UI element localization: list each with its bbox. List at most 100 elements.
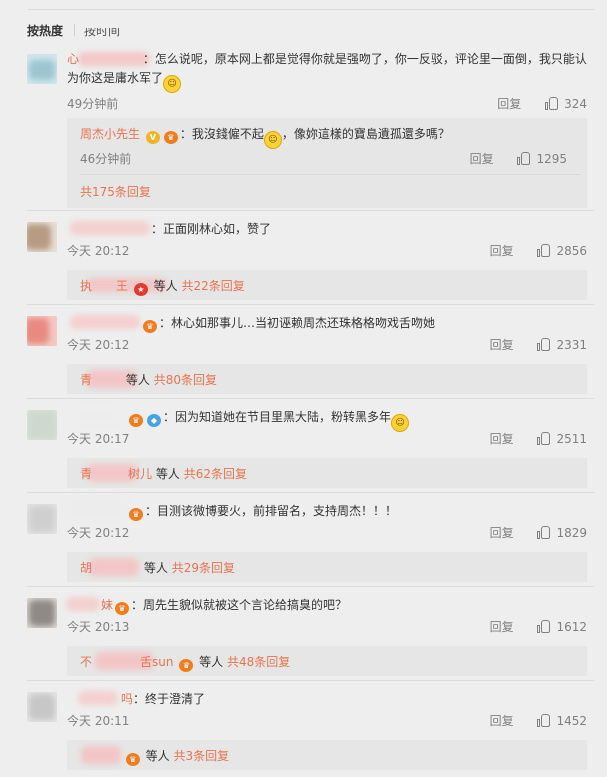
- more-replies-others: 等人: [199, 655, 224, 669]
- comment-text: 妹 ♛ ：周先生貌似就被这个言论给搞臭的吧？: [67, 596, 593, 615]
- more-replies-count[interactable]: 共80条回复: [154, 373, 217, 387]
- more-replies-box: ♛ 等人 共3条回复: [67, 740, 587, 770]
- avatar[interactable]: [27, 222, 57, 252]
- reply-button[interactable]: 回复: [490, 244, 514, 258]
- reply-button[interactable]: 回复: [490, 338, 514, 352]
- more-replies-count[interactable]: 共62条回复: [184, 467, 247, 481]
- more-replies-others: 等人: [153, 279, 178, 293]
- comment-username[interactable]: 妹: [101, 598, 113, 612]
- more-replies-link[interactable]: 不 舌sun ♛ 等人 共48条回复: [80, 653, 290, 672]
- top-divider: [28, 9, 594, 10]
- comment-divider: [27, 304, 594, 305]
- like-count: 1452: [556, 714, 587, 728]
- more-replies-link[interactable]: 青 树儿 等人 共62条回复: [80, 465, 247, 482]
- like-icon[interactable]: [537, 244, 551, 257]
- reply-button[interactable]: 回复: [490, 620, 514, 634]
- like-count: 2511: [556, 432, 587, 446]
- more-replies-count[interactable]: 共3条回复: [174, 749, 230, 763]
- comment-body: ：终于澄清了: [133, 692, 206, 706]
- more-replies-names[interactable]: 胡: [80, 561, 92, 575]
- comment-text: ：正面刚林心如，赞了: [67, 220, 593, 239]
- like-icon[interactable]: [537, 432, 551, 445]
- subreply-time: 46分钟前: [80, 152, 132, 166]
- comment-body: ：林心如那事儿…当初诬赖周杰还珠格格吻戏舌吻她: [159, 316, 436, 330]
- more-replies-others: 等人: [125, 373, 150, 387]
- comment-time: 今天 20:17: [67, 432, 130, 446]
- comment-actions: 回复 2331: [490, 336, 587, 353]
- comment-username[interactable]: 吗: [121, 692, 133, 706]
- vip-crown-icon: ♛: [125, 753, 140, 766]
- more-replies-count[interactable]: 共22条回复: [182, 279, 245, 293]
- vip-crown-icon: ♛: [129, 414, 143, 427]
- comment-text: 吗：终于澄清了: [67, 690, 593, 709]
- comment-divider: [27, 492, 594, 493]
- comment-time: 49分钟前: [67, 97, 119, 111]
- more-replies-link[interactable]: 执 王 ★ 等人 共22条回复: [80, 277, 245, 296]
- more-replies-others: 等人: [145, 749, 170, 763]
- reply-button[interactable]: 回复: [490, 526, 514, 540]
- emoji-icon: ☺: [263, 131, 282, 149]
- avatar[interactable]: [27, 692, 57, 722]
- more-replies-link[interactable]: 胡 等人 共29条回复: [80, 559, 235, 576]
- emoji-icon: ☺: [391, 414, 410, 432]
- reply-button[interactable]: 回复: [490, 432, 514, 446]
- comment-divider: [27, 398, 594, 399]
- more-replies-count[interactable]: 共29条回复: [172, 561, 235, 575]
- more-replies-box: 青 等人 共80条回复: [67, 364, 587, 394]
- like-icon[interactable]: [537, 620, 551, 633]
- comment-actions: 回复 2511: [490, 430, 587, 447]
- comment-body: ：周先生貌似就被这个言论给搞臭的吧？: [131, 598, 348, 612]
- more-replies-count[interactable]: 共48条回复: [227, 655, 290, 669]
- comment-text: ♛ ◆ ：因为知道她在节目里黑大陆，粉转黑多年 ☺: [67, 408, 593, 432]
- more-replies-count[interactable]: 共175条回复: [80, 185, 151, 199]
- reply-button[interactable]: 回复: [497, 97, 521, 111]
- like-count: 1829: [556, 526, 587, 540]
- avatar[interactable]: [27, 54, 57, 84]
- vip-crown-icon: ♛: [115, 602, 130, 615]
- comment-actions: 回复 324: [497, 95, 587, 112]
- more-replies-box: 不 舌sun ♛ 等人 共48条回复: [67, 646, 587, 676]
- more-replies-link[interactable]: 青 等人 共80条回复: [80, 371, 217, 388]
- comment-time: 今天 20:13: [67, 620, 130, 634]
- subreply-box: 周杰小先生 V ♛ ：我沒錢僱不起 ☺ ，像妳這樣的寶島遺孤還多嗎？ 46分钟前 回复 …: [67, 118, 587, 208]
- vip-icon: ★: [133, 283, 148, 296]
- like-icon[interactable]: [517, 152, 531, 165]
- comment-body: ：怎么说呢，原本网上都是觉得你就是强吻了，你一反驳，评论里一面倒，我只能认为你这…: [67, 52, 587, 85]
- comment-username[interactable]: 心: [67, 52, 79, 66]
- comment-body: ：正面刚林心如，赞了: [151, 222, 272, 236]
- like-icon[interactable]: [545, 97, 559, 110]
- comment-time: 今天 20:12: [67, 338, 130, 352]
- tab-sort-by-time[interactable]: 按时间: [79, 20, 121, 39]
- avatar[interactable]: [27, 316, 57, 346]
- comment-time: 今天 20:11: [67, 714, 130, 728]
- comment-time: 今天 20:12: [67, 244, 130, 258]
- more-replies-box: 胡 等人 共29条回复: [67, 552, 587, 582]
- like-icon[interactable]: [537, 338, 551, 351]
- more-replies-link[interactable]: ♛ 等人 共3条回复: [80, 747, 229, 766]
- more-replies-others: 等人: [155, 467, 180, 481]
- subreply-divider: [80, 174, 580, 175]
- vip-crown-icon: ♛: [163, 131, 178, 144]
- comment-actions: 回复 1612: [490, 618, 587, 635]
- comment-actions: 回复 1829: [490, 524, 587, 541]
- more-replies-link[interactable]: 共175条回复: [80, 183, 151, 200]
- reply-button[interactable]: 回复: [470, 152, 494, 166]
- reply-button[interactable]: 回复: [490, 714, 514, 728]
- avatar[interactable]: [27, 410, 57, 440]
- like-icon[interactable]: [537, 714, 551, 727]
- more-replies-names[interactable]: 青 树儿: [80, 467, 152, 481]
- subreply-username[interactable]: 周杰小先生: [80, 127, 140, 141]
- more-replies-names[interactable]: 不 舌sun: [80, 655, 173, 669]
- more-replies-names[interactable]: 青: [80, 373, 92, 387]
- more-replies-names[interactable]: 执 王: [80, 279, 128, 293]
- more-replies-box: 青 树儿 等人 共62条回复: [67, 458, 587, 488]
- avatar[interactable]: [27, 598, 57, 628]
- like-count: 1295: [536, 152, 567, 166]
- more-replies-others: 等人: [143, 561, 168, 575]
- comment-divider: [27, 210, 594, 211]
- avatar[interactable]: [27, 504, 57, 534]
- tab-sort-by-hot[interactable]: 按热度: [27, 22, 63, 39]
- like-icon[interactable]: [537, 526, 551, 539]
- emoji-icon: ☺: [163, 75, 182, 93]
- like-count: 324: [564, 97, 587, 111]
